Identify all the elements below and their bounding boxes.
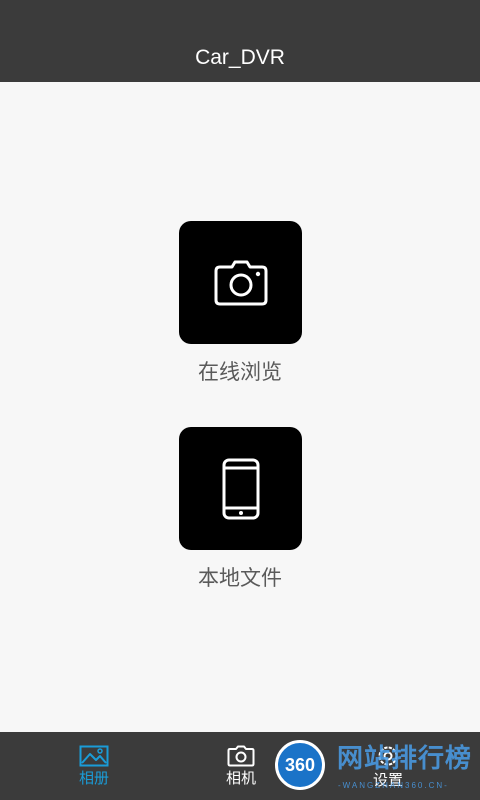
watermark-text: 网站排行榜 <box>337 744 473 774</box>
top-bar: Car_DVR <box>0 0 480 82</box>
watermark-subtext: -WANGZHAN360.CN- <box>338 781 449 790</box>
album-icon <box>79 745 109 767</box>
phone-icon <box>222 458 259 519</box>
app-screen: Car_DVR 在线浏览 本地文件 相册 相机 设置 360 网站排行榜 -WA… <box>0 0 480 800</box>
tab-album-label: 相册 <box>78 769 109 787</box>
local-files-button[interactable] <box>179 427 302 550</box>
online-browse-button[interactable] <box>179 221 302 344</box>
tab-camera-label: 相机 <box>225 769 256 787</box>
online-browse-label[interactable]: 在线浏览 <box>0 358 480 386</box>
watermark-badge: 360 <box>275 740 325 790</box>
page-title: Car_DVR <box>195 46 285 69</box>
camera-icon <box>214 260 267 305</box>
tab-album[interactable]: 相册 <box>54 732 134 800</box>
local-files-label[interactable]: 本地文件 <box>0 564 480 592</box>
camera-icon <box>227 745 255 767</box>
tab-camera[interactable]: 相机 <box>201 732 281 800</box>
